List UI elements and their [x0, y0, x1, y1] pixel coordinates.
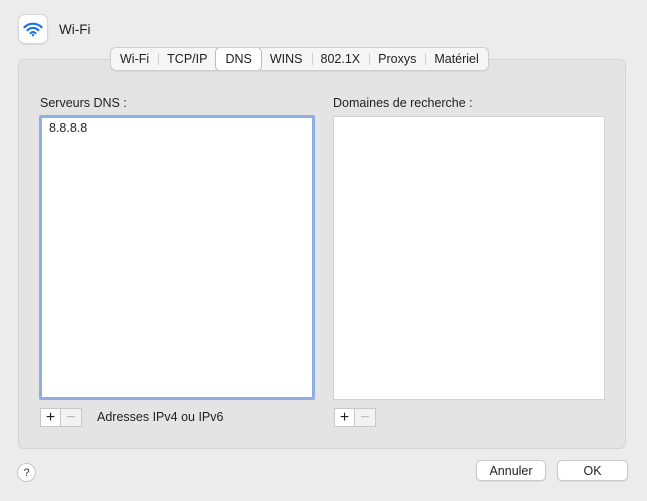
dns-servers-list[interactable]: 8.8.8.8: [39, 115, 315, 400]
dns-hint-text: Adresses IPv4 ou IPv6: [97, 410, 224, 424]
dns-remove-button[interactable]: −: [61, 408, 82, 427]
list-item[interactable]: 8.8.8.8: [49, 121, 87, 135]
window-header: Wi-Fi: [18, 14, 90, 44]
tab-proxys[interactable]: Proxys: [369, 48, 425, 70]
tab-tcpip[interactable]: TCP/IP: [158, 48, 216, 70]
dns-add-remove: + −: [40, 408, 82, 427]
tab-wins[interactable]: WINS: [261, 48, 312, 70]
search-domains-list[interactable]: [333, 116, 605, 400]
search-add-remove: + −: [334, 408, 376, 427]
wifi-icon: [18, 14, 48, 44]
tab-wifi[interactable]: Wi-Fi: [111, 48, 158, 70]
tab-dns[interactable]: DNS: [215, 48, 262, 70]
cancel-button[interactable]: Annuler: [476, 460, 546, 481]
search-add-button[interactable]: +: [334, 408, 355, 427]
dns-servers-label: Serveurs DNS :: [40, 96, 127, 110]
tab-8021x[interactable]: 802.1X: [311, 48, 370, 70]
window-title: Wi-Fi: [59, 21, 91, 37]
tab-bar: Wi-Fi TCP/IP DNS WINS 802.1X Proxys Maté…: [110, 47, 489, 71]
search-domains-label: Domaines de recherche :: [333, 96, 473, 110]
help-button[interactable]: ?: [17, 463, 36, 482]
tab-materiel[interactable]: Matériel: [425, 48, 487, 70]
ok-button[interactable]: OK: [557, 460, 628, 481]
search-remove-button[interactable]: −: [355, 408, 376, 427]
dns-add-button[interactable]: +: [40, 408, 61, 427]
